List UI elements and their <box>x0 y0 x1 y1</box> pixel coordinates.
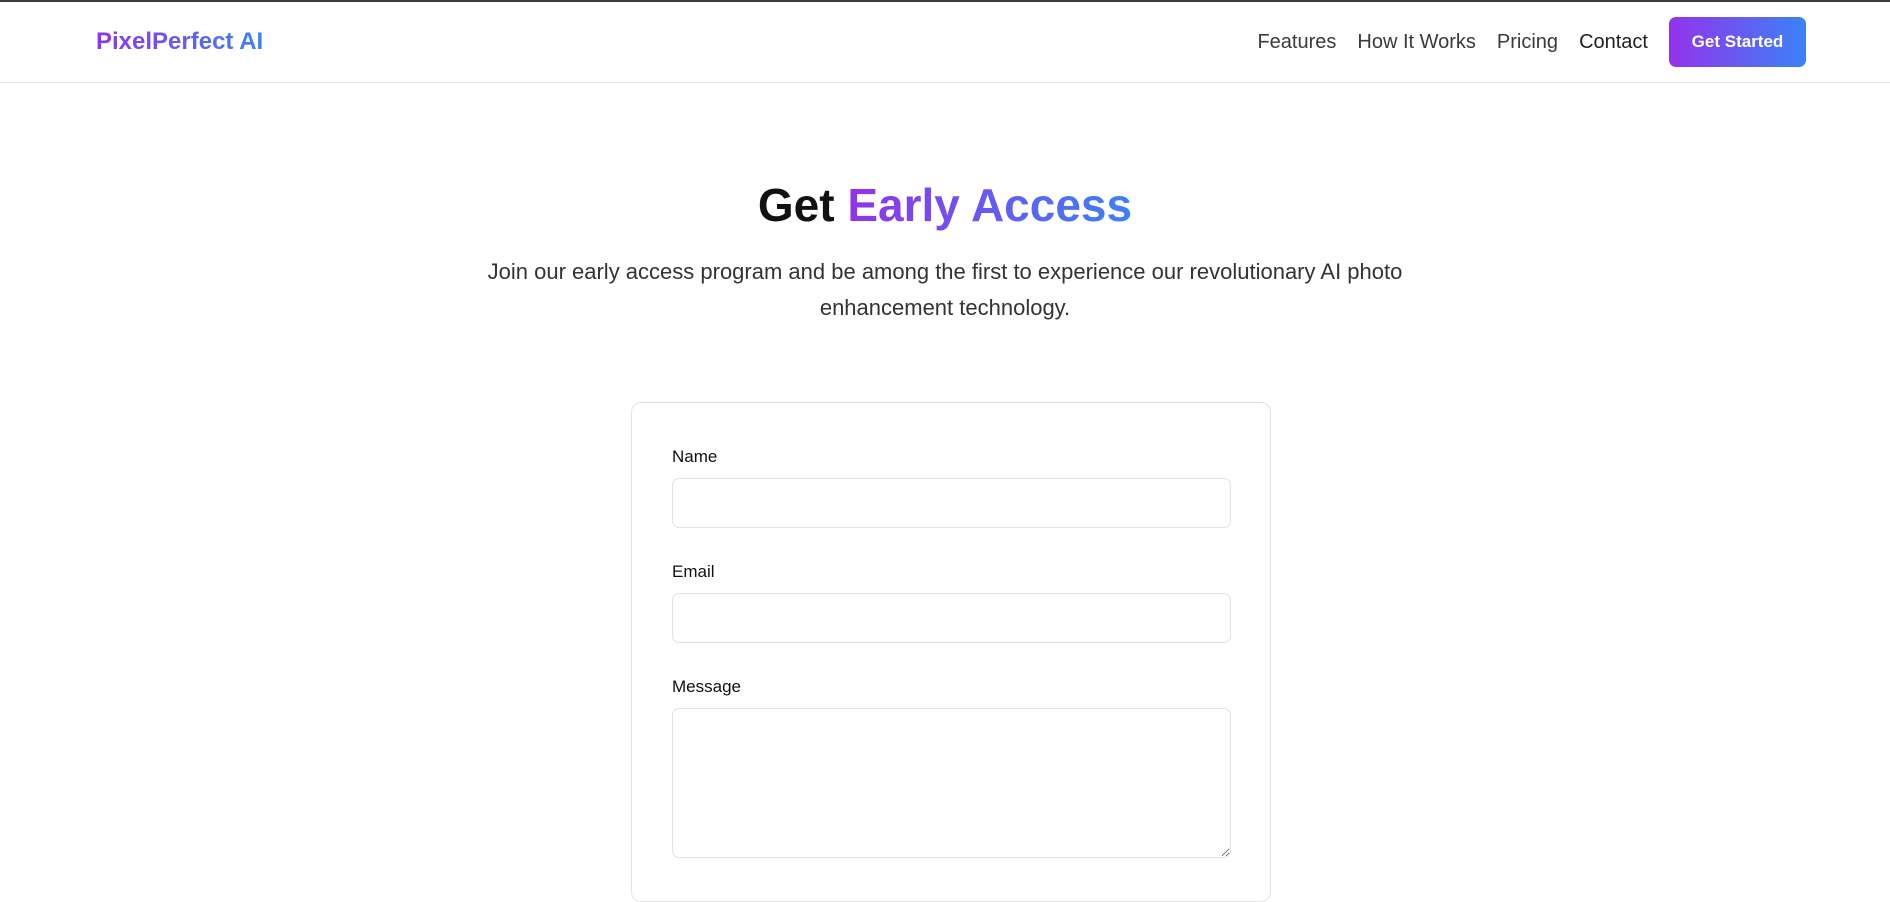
nav-pricing[interactable]: Pricing <box>1497 31 1558 54</box>
email-input[interactable] <box>672 593 1231 643</box>
name-label: Name <box>672 447 718 466</box>
nav-features[interactable]: Features <box>1257 31 1336 54</box>
message-label: Message <box>672 677 741 696</box>
logo[interactable]: PixelPerfect AI <box>96 28 263 56</box>
early-access-form: Name Email Message <box>631 402 1271 902</box>
page-title: Get Early Access <box>0 178 1890 232</box>
main-nav: Features How It Works Pricing Contact Ge… <box>1257 17 1806 67</box>
title-plain: Get <box>757 179 835 231</box>
nav-how-it-works[interactable]: How It Works <box>1357 31 1476 54</box>
page-subtitle: Join our early access program and be amo… <box>487 259 1403 320</box>
title-accent: Early Access <box>847 179 1133 231</box>
email-label: Email <box>672 562 715 581</box>
message-textarea[interactable] <box>672 708 1231 858</box>
name-input[interactable] <box>672 478 1231 528</box>
get-started-button[interactable]: Get Started <box>1669 17 1806 67</box>
site-header: PixelPerfect AI Features How It Works Pr… <box>0 2 1890 83</box>
nav-contact[interactable]: Contact <box>1579 31 1648 54</box>
